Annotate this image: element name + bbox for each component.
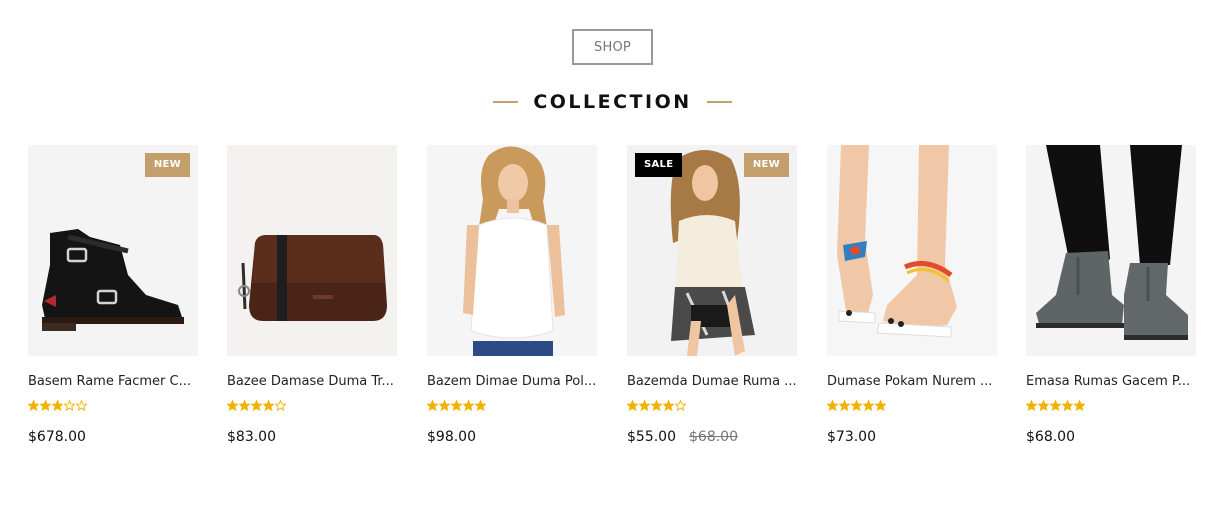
product-price: $98.00 (427, 429, 476, 445)
star-filled-icon (227, 400, 238, 411)
product-card: SALE NEW Bazemda Dumae Ruma ... $55.00 $… (627, 145, 797, 465)
star-filled-icon (651, 400, 662, 411)
product-card: Bazee Damase Duma Tr... $83.00 (227, 145, 397, 465)
star-filled-icon (475, 400, 486, 411)
rating-stars (827, 400, 886, 413)
product-old-price: $68.00 (689, 429, 738, 445)
product-price: $73.00 (827, 429, 876, 445)
collection-heading: COLLECTION (0, 88, 1225, 116)
product-name[interactable]: Bazem Dimae Duma Pol... (427, 374, 597, 389)
product-image-grey-chelsea-boots[interactable] (1026, 145, 1196, 356)
heading-divider-right (706, 101, 732, 103)
star-filled-icon (1026, 400, 1037, 411)
star-filled-icon (427, 400, 438, 411)
product-price: $55.00 (627, 429, 676, 445)
product-card: Dumase Pokam Nurem ... $73.00 (827, 145, 997, 465)
product-image-brown-leather-bag[interactable] (227, 145, 397, 356)
product-grid: NEW Basem Rame Facmer C... $678.00 Bazee… (28, 145, 1196, 465)
product-name[interactable]: Bazemda Dumae Ruma ... (627, 374, 797, 389)
star-filled-icon (663, 400, 674, 411)
product-image-black-buckle-boot[interactable]: NEW (28, 145, 198, 356)
product-name[interactable]: Dumase Pokam Nurem ... (827, 374, 997, 389)
new-badge: NEW (743, 153, 789, 177)
product-card: NEW Basem Rame Facmer C... $678.00 (28, 145, 198, 465)
star-filled-icon (875, 400, 886, 411)
section-title: COLLECTION (533, 91, 692, 113)
star-filled-icon (463, 400, 474, 411)
star-filled-icon (1062, 400, 1073, 411)
star-empty-icon (76, 400, 87, 411)
star-filled-icon (52, 400, 63, 411)
star-filled-icon (251, 400, 262, 411)
star-filled-icon (627, 400, 638, 411)
star-filled-icon (1074, 400, 1085, 411)
product-price: $83.00 (227, 429, 276, 445)
star-filled-icon (263, 400, 274, 411)
star-filled-icon (827, 400, 838, 411)
product-image-woman-white-top[interactable] (427, 145, 597, 356)
rating-stars (1026, 400, 1085, 413)
star-filled-icon (439, 400, 450, 411)
new-badge: NEW (144, 153, 190, 177)
product-name[interactable]: Bazee Damase Duma Tr... (227, 374, 397, 389)
rating-stars (28, 400, 87, 413)
rating-stars (227, 400, 286, 413)
rating-stars (427, 400, 486, 413)
star-filled-icon (851, 400, 862, 411)
star-empty-icon (64, 400, 75, 411)
star-filled-icon (28, 400, 39, 411)
star-filled-icon (1038, 400, 1049, 411)
star-filled-icon (639, 400, 650, 411)
shop-button[interactable]: SHOP (572, 29, 653, 65)
sale-badge: SALE (635, 153, 683, 177)
star-empty-icon (675, 400, 686, 411)
star-filled-icon (40, 400, 51, 411)
product-card: Bazem Dimae Duma Pol... $98.00 (427, 145, 597, 465)
product-price: $678.00 (28, 429, 86, 445)
product-image-woman-shorts-outfit[interactable]: SALE NEW (627, 145, 797, 356)
product-name[interactable]: Emasa Rumas Gacem P... (1026, 374, 1196, 389)
product-card: Emasa Rumas Gacem P... $68.00 (1026, 145, 1196, 465)
star-empty-icon (275, 400, 286, 411)
product-price: $68.00 (1026, 429, 1075, 445)
product-name[interactable]: Basem Rame Facmer C... (28, 374, 198, 389)
star-filled-icon (863, 400, 874, 411)
product-image-beaded-sandals[interactable] (827, 145, 997, 356)
heading-divider-left (493, 101, 519, 103)
star-filled-icon (239, 400, 250, 411)
rating-stars (627, 400, 686, 413)
star-filled-icon (451, 400, 462, 411)
star-filled-icon (839, 400, 850, 411)
star-filled-icon (1050, 400, 1061, 411)
